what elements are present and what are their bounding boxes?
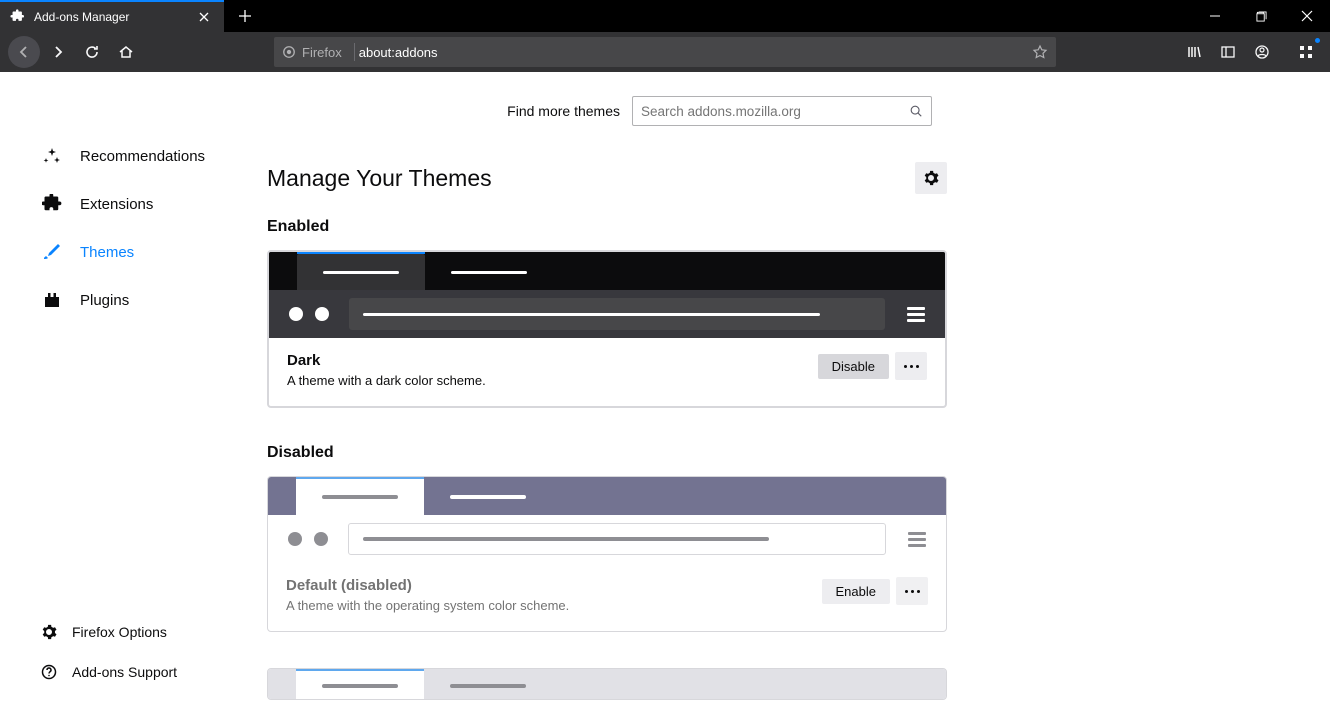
sidebar-item-label: Recommendations <box>80 148 205 165</box>
disabled-heading: Disabled <box>267 444 947 462</box>
menu-button[interactable] <box>1290 36 1322 68</box>
tab-title: Add-ons Manager <box>34 10 194 24</box>
more-options-button[interactable] <box>896 577 928 605</box>
tools-button[interactable] <box>915 162 947 194</box>
disable-button[interactable]: Disable <box>818 354 889 379</box>
search-input[interactable] <box>641 104 909 119</box>
close-tab-button[interactable] <box>194 11 214 23</box>
sidebar-button[interactable] <box>1212 36 1244 68</box>
theme-name: Dark <box>287 352 818 369</box>
close-window-button[interactable] <box>1284 0 1330 32</box>
enabled-heading: Enabled <box>267 218 947 236</box>
identity-box[interactable]: Firefox <box>282 45 350 60</box>
sidebar-item-label: Plugins <box>80 292 129 309</box>
plugin-icon <box>40 288 64 312</box>
page-heading: Manage Your Themes <box>267 165 492 192</box>
theme-desc: A theme with a dark color scheme. <box>287 373 818 388</box>
search-label: Find more themes <box>507 103 620 119</box>
back-button[interactable] <box>8 36 40 68</box>
sidebar-item-firefox-options[interactable]: Firefox Options <box>40 612 267 652</box>
library-button[interactable] <box>1178 36 1210 68</box>
sidebar-item-extensions[interactable]: Extensions <box>40 180 267 228</box>
minimize-button[interactable] <box>1192 0 1238 32</box>
help-icon <box>40 663 58 681</box>
bookmark-star-icon[interactable] <box>1032 44 1048 60</box>
sidebar: Recommendations Extensions Themes Plugin… <box>0 72 267 702</box>
sidebar-item-label: Firefox Options <box>72 624 167 640</box>
theme-preview[interactable] <box>269 252 945 338</box>
theme-card-default: Default (disabled) A theme with the oper… <box>267 476 947 632</box>
home-button[interactable] <box>110 36 142 68</box>
sidebar-item-themes[interactable]: Themes <box>40 228 267 276</box>
search-icon <box>909 104 923 118</box>
theme-preview[interactable] <box>268 477 946 563</box>
search-box[interactable] <box>632 96 932 126</box>
forward-button[interactable] <box>42 36 74 68</box>
more-options-button[interactable] <box>895 352 927 380</box>
identity-label: Firefox <box>302 45 342 60</box>
theme-name: Default (disabled) <box>286 577 822 594</box>
gear-icon <box>40 623 58 641</box>
main-content: Find more themes Manage Your Themes Enab… <box>267 72 1330 702</box>
theme-card-light <box>267 668 947 700</box>
new-tab-button[interactable] <box>224 9 266 23</box>
url-text: about:addons <box>359 45 1032 60</box>
sidebar-item-addons-support[interactable]: Add-ons Support <box>40 652 267 692</box>
theme-card-dark: Dark A theme with a dark color scheme. D… <box>267 250 947 408</box>
sparkle-icon <box>40 144 64 168</box>
firefox-icon <box>282 45 296 59</box>
theme-preview[interactable] <box>268 669 946 700</box>
reload-button[interactable] <box>76 36 108 68</box>
maximize-button[interactable] <box>1238 0 1284 32</box>
browser-tab[interactable]: Add-ons Manager <box>0 0 224 32</box>
nav-toolbar: Firefox about:addons <box>0 32 1330 72</box>
sidebar-item-recommendations[interactable]: Recommendations <box>40 132 267 180</box>
sidebar-item-label: Themes <box>80 244 134 261</box>
sidebar-item-label: Add-ons Support <box>72 664 177 680</box>
sidebar-item-label: Extensions <box>80 196 153 213</box>
window-controls <box>1192 0 1330 32</box>
url-bar[interactable]: Firefox about:addons <box>274 37 1056 67</box>
theme-desc: A theme with the operating system color … <box>286 598 822 613</box>
enable-button[interactable]: Enable <box>822 579 890 604</box>
gear-icon <box>923 170 939 186</box>
brush-icon <box>40 240 64 264</box>
puzzle-icon <box>10 9 26 25</box>
puzzle-icon <box>40 192 64 216</box>
sidebar-item-plugins[interactable]: Plugins <box>40 276 267 324</box>
account-button[interactable] <box>1246 36 1278 68</box>
titlebar: Add-ons Manager <box>0 0 1330 32</box>
